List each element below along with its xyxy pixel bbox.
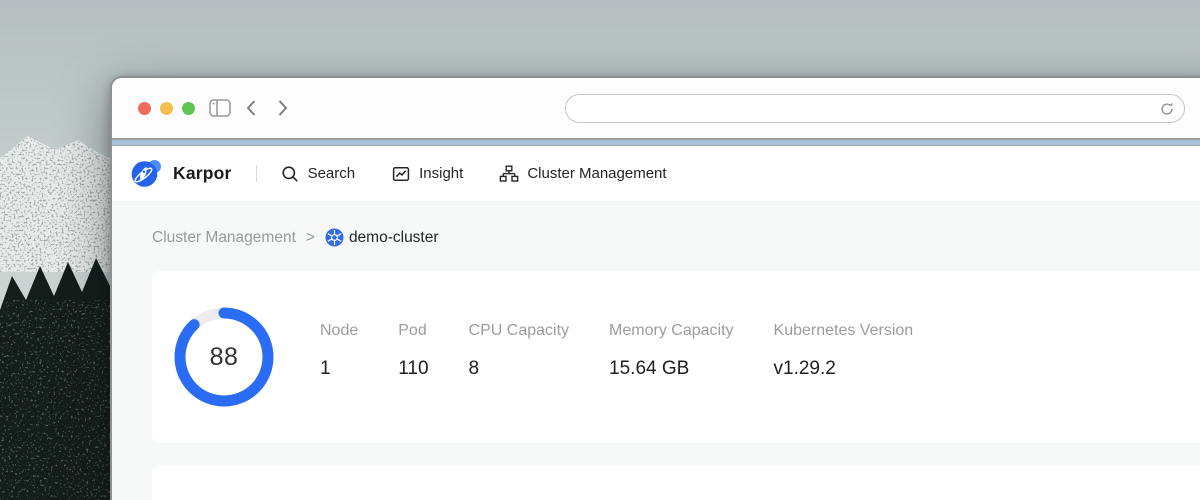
kubernetes-icon [325,228,344,247]
stat-value: 1 [320,357,358,381]
main-nav: Search Insight [280,164,667,184]
url-bar[interactable] [565,94,1185,123]
stat-value: v1.29.2 [774,357,914,381]
brand-name: Karpor [173,163,232,184]
breadcrumb-current-label: demo-cluster [349,229,439,247]
health-score-ring: 88 [174,307,274,407]
stat-label: Memory Capacity [609,321,733,341]
cluster-stats: Node 1 Pod 110 CPU Capacity 8 Memory Cap… [320,271,913,381]
stat-label: Pod [398,321,428,341]
stat-value: 110 [398,357,428,381]
stat-pod: Pod 110 [398,321,428,381]
stat-kubernetes-version: Kubernetes Version v1.29.2 [774,321,914,381]
nav-item-cluster-management[interactable]: Cluster Management [499,164,666,184]
chevron-left-icon [245,99,257,117]
zoom-button[interactable] [182,102,195,115]
browser-window: Karpor Search [110,76,1200,500]
back-button[interactable] [245,99,257,117]
stat-cpu-capacity: CPU Capacity 8 [469,321,569,381]
reload-icon[interactable] [1159,101,1175,117]
desktop: Karpor Search [0,0,1200,500]
nav-label-insight: Insight [419,165,463,182]
nav-label-cluster-management: Cluster Management [527,165,666,182]
close-button[interactable] [138,102,151,115]
lower-content-card [152,465,1200,500]
breadcrumb-separator: > [306,229,315,247]
nav-item-insight[interactable]: Insight [391,164,463,184]
stat-value: 8 [469,357,569,381]
stat-node: Node 1 [320,321,358,381]
app-navbar: Karpor Search [112,146,1200,202]
cluster-sitemap-icon [499,164,519,184]
sidebar-toggle-button[interactable] [209,99,231,117]
window-controls [138,102,195,115]
health-score-value: 88 [174,307,274,407]
stat-label: Node [320,321,358,341]
forward-button[interactable] [277,99,289,117]
breadcrumb-parent[interactable]: Cluster Management [152,229,296,247]
insight-chart-icon [391,164,411,184]
stat-label: Kubernetes Version [774,321,914,341]
karpor-page: Karpor Search [112,146,1200,500]
stat-memory-capacity: Memory Capacity 15.64 GB [609,321,733,381]
karpor-logo-icon[interactable] [130,158,162,190]
stat-value: 15.64 GB [609,357,733,381]
nav-label-search: Search [308,165,356,182]
sidebar-icon [209,99,231,117]
nav-item-search[interactable]: Search [280,164,356,184]
browser-titlebar [112,78,1200,138]
minimize-button[interactable] [160,102,173,115]
breadcrumb: Cluster Management > [152,228,1200,247]
nav-divider [256,165,257,182]
chevron-right-icon [277,99,289,117]
stat-label: CPU Capacity [469,321,569,341]
cluster-summary-card: 88 Node 1 Pod 110 CPU Capacity 8 [152,271,1200,443]
breadcrumb-current: demo-cluster [325,228,439,247]
search-icon [280,164,300,184]
